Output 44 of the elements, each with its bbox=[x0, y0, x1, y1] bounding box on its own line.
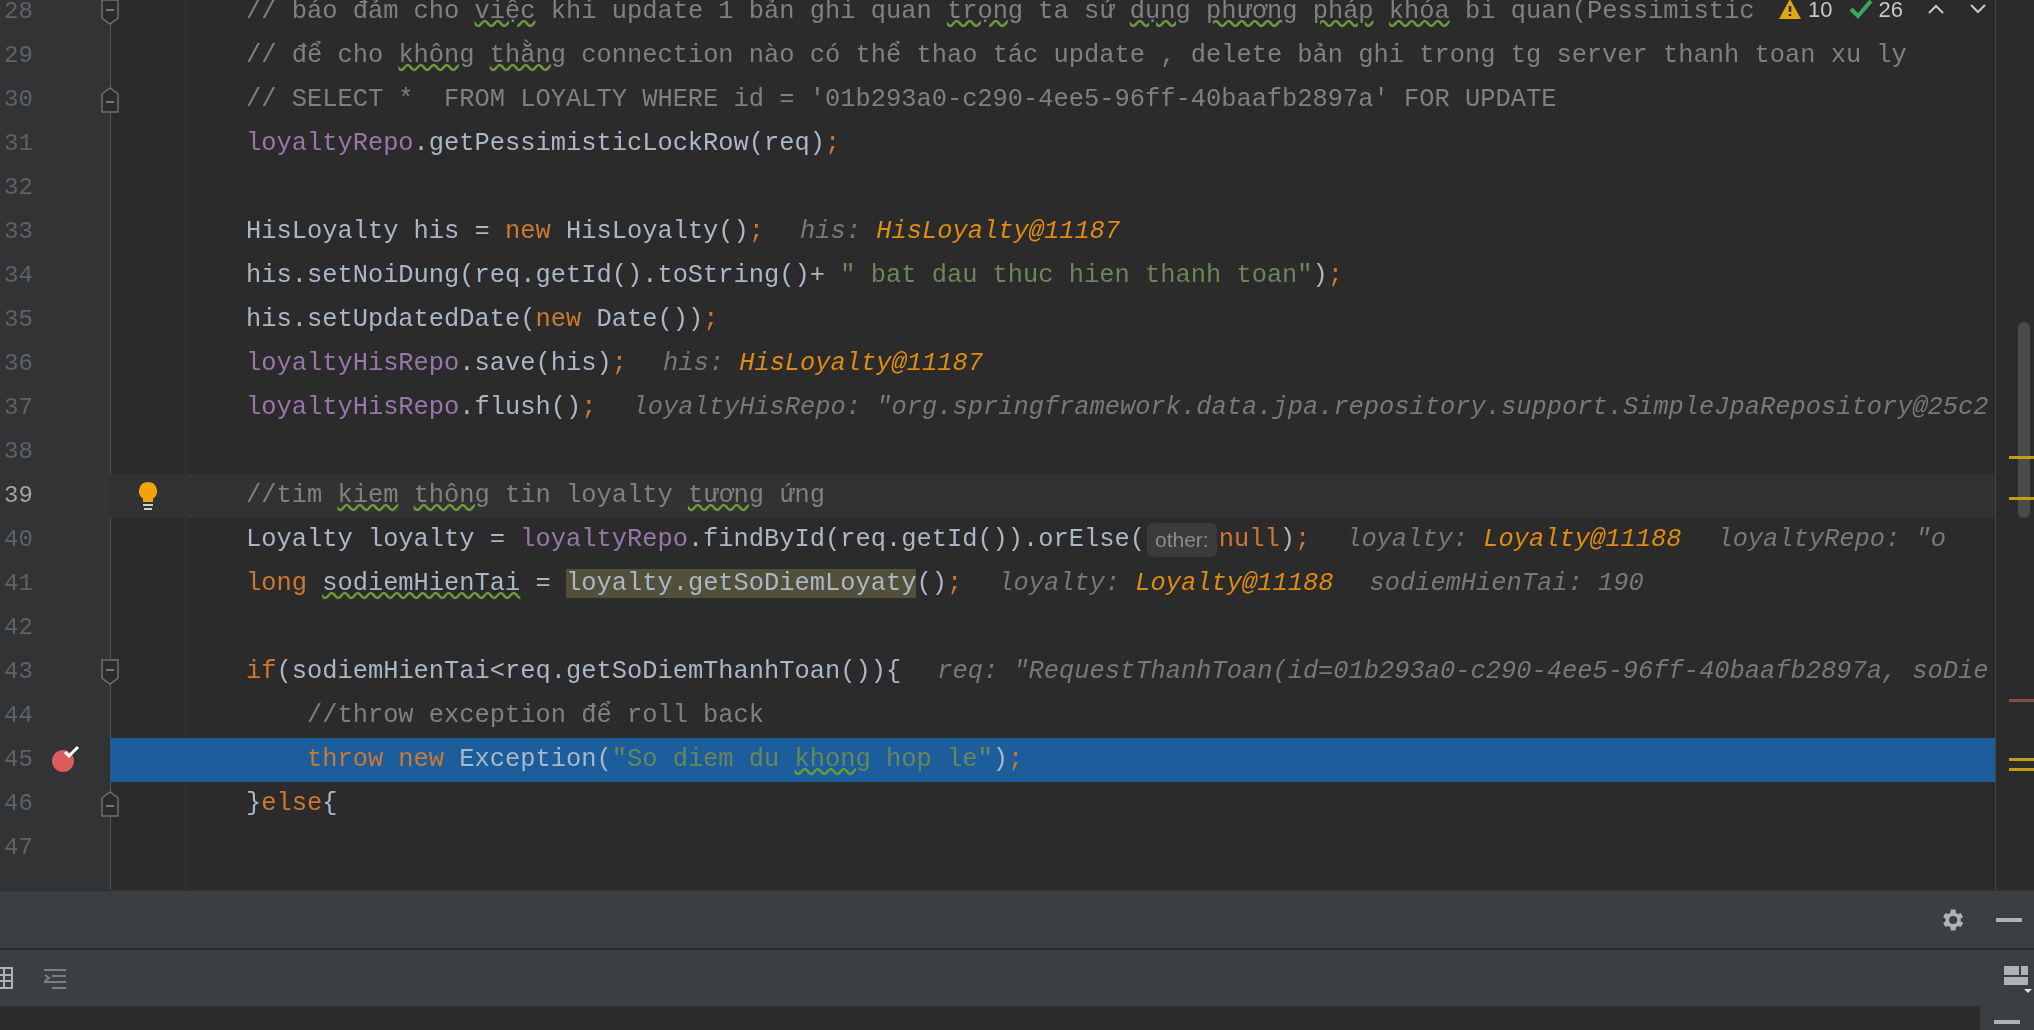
inlay-hint: loyaltyHisRepo: "org.springframework.data.jpa.repository.support.SimpleJpaRepository@25c2 bbox=[632, 391, 1989, 424]
code-line: //throw exception để roll back bbox=[305, 699, 765, 732]
inlay-hint: loyaltyRepo: "o bbox=[1717, 523, 1946, 556]
chevron-up-icon[interactable] bbox=[1927, 3, 1945, 15]
code-line: long sodiemHienTai = loyalty.getSoDiemLoyaty(); bbox=[246, 567, 963, 600]
parameter-hint: other: bbox=[1147, 523, 1217, 557]
check-icon[interactable] bbox=[1848, 0, 1873, 20]
fold-icon[interactable] bbox=[100, 658, 120, 686]
passed-count[interactable]: 26 bbox=[1878, 0, 1903, 26]
layout-icon[interactable] bbox=[2002, 963, 2032, 993]
line-number: 39 bbox=[3, 481, 34, 511]
code-line: loyaltyRepo.getPessimisticLockRow(req); bbox=[246, 127, 841, 160]
inlay-hint: sodiemHienTai: 190 bbox=[1369, 567, 1644, 600]
code-line: his.setUpdatedDate(new Date()); bbox=[246, 303, 719, 336]
code-line: loyaltyHisRepo.save(his); bbox=[246, 347, 627, 380]
minimize-button[interactable] bbox=[1980, 1006, 2034, 1030]
fold-icon[interactable] bbox=[100, 86, 120, 114]
code-line: his.setNoiDung(req.getId().toString()+ " bat dau thuc hien thanh toan"); bbox=[246, 259, 1344, 292]
code-line: loyaltyHisRepo.flush(); bbox=[246, 391, 597, 424]
code-line: }else{ bbox=[246, 787, 338, 820]
list-icon[interactable] bbox=[42, 967, 68, 989]
scrollbar-thumb[interactable] bbox=[2018, 322, 2030, 518]
warning-count[interactable]: 10 bbox=[1808, 0, 1833, 26]
code-line: // để cho không thằng connection nào có thể thao tác update , delete bản ghi trong tg server thanh toan xu ly bbox=[246, 38, 1907, 72]
code-line: if(sodiemHienTai<req.getSoDiemThanhToan()){ bbox=[246, 655, 902, 688]
inlay-hint: loyalty: Loyalty@11188 bbox=[998, 567, 1334, 600]
inlay-hint: loyalty: Loyalty@11188 bbox=[1346, 523, 1682, 556]
warning-icon[interactable] bbox=[1778, 0, 1803, 20]
lightbulb-icon[interactable] bbox=[136, 481, 159, 511]
code-line: //tim kiem thông tin loyalty tương ứng bbox=[246, 479, 826, 512]
fold-icon[interactable] bbox=[100, 790, 120, 818]
code-line: throw new Exception("So diem du khong hop le"); bbox=[305, 743, 1024, 776]
breakpoint-icon[interactable] bbox=[51, 746, 81, 774]
code-line: HisLoyalty his = new HisLoyalty(); bbox=[246, 215, 765, 248]
code-line: // SELECT * FROM LOYALTY WHERE id = '01b293a0-c290-4ee5-96ff-40baafb2897a' FOR UPDATE bbox=[246, 83, 1557, 116]
inlay-hint: his: HisLoyalty@11187 bbox=[662, 347, 983, 380]
table-icon[interactable] bbox=[0, 967, 14, 989]
chevron-down-icon[interactable] bbox=[1969, 3, 1987, 15]
minimize-icon[interactable] bbox=[1996, 917, 2022, 922]
inlay-hint: his: HisLoyalty@11187 bbox=[800, 215, 1121, 248]
inlay-hint: req: "RequestThanhToan(id=01b293a0-c290-4ee5-96ff-40baafb2897a, soDie bbox=[937, 655, 1989, 688]
code-line: null); bbox=[1218, 523, 1311, 556]
code-line: Loyalty loyalty = loyaltyRepo.findById(req.getId()).orElse( bbox=[246, 523, 1145, 556]
fold-icon[interactable] bbox=[100, 0, 120, 26]
